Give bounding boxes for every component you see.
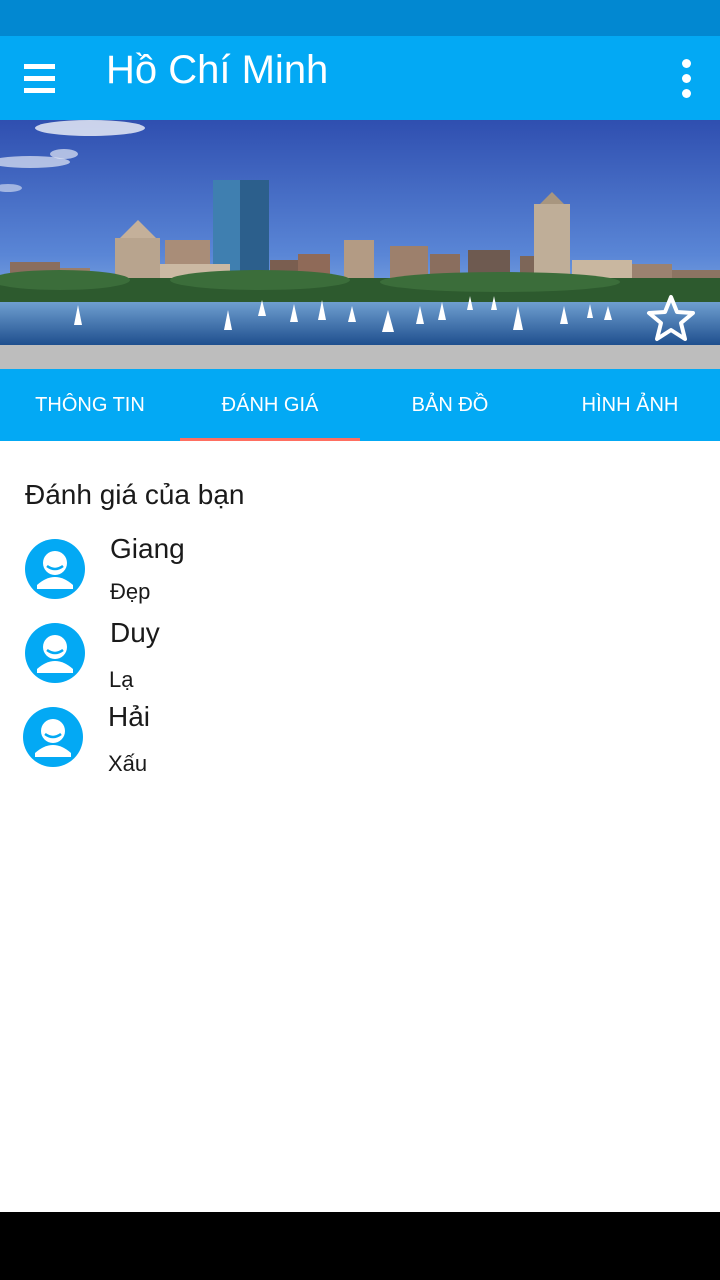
app-bar: Hồ Chí Minh — [0, 36, 720, 120]
hero-image — [0, 120, 720, 345]
reviews-section-title: Đánh giá của bạn — [25, 479, 245, 510]
review-comment: Lạ — [109, 667, 134, 692]
review-comment: Xấu — [108, 751, 148, 776]
more-vert-icon[interactable] — [664, 54, 708, 102]
reviewer-name: Duy — [110, 617, 160, 648]
list-item[interactable]: Hải Xấu — [0, 701, 720, 791]
person-avatar-icon — [25, 623, 85, 683]
hero-divider — [0, 345, 720, 369]
tab-reviews[interactable]: ĐÁNH GIÁ — [180, 369, 360, 441]
person-avatar-icon — [25, 539, 85, 599]
tab-photos[interactable]: HÌNH ẢNH — [540, 369, 720, 441]
tab-info[interactable]: THÔNG TIN — [0, 369, 180, 441]
tab-bar: THÔNG TIN ĐÁNH GIÁ BẢN ĐỒ HÌNH ẢNH — [0, 369, 720, 441]
list-item[interactable]: Giang Đẹp — [0, 533, 720, 623]
reviewer-name: Hải — [108, 701, 151, 732]
system-navigation-bar — [0, 1212, 720, 1280]
page-title: Hồ Chí Minh — [106, 48, 329, 92]
status-bar — [0, 0, 720, 36]
tab-map[interactable]: BẢN ĐỒ — [360, 369, 540, 441]
list-item[interactable]: Duy Lạ — [0, 617, 720, 707]
reviewer-name: Giang — [110, 533, 185, 564]
hamburger-menu-icon[interactable] — [16, 54, 64, 102]
star-outline-icon[interactable] — [644, 292, 698, 346]
review-comment: Đẹp — [110, 579, 151, 604]
person-avatar-icon — [23, 707, 83, 767]
